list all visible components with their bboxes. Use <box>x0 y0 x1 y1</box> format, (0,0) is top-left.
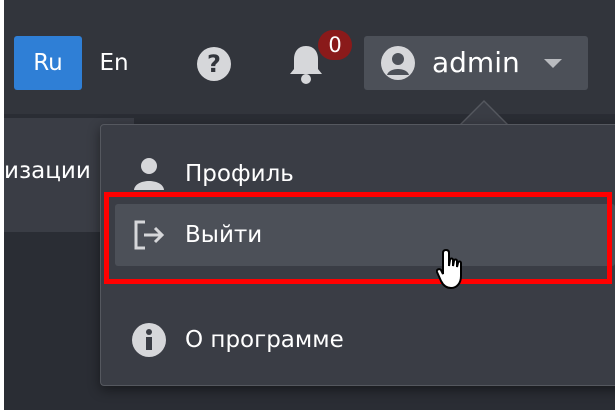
dropdown-pointer-fill <box>461 102 507 125</box>
navbar-row: Ru En ? 0 admin <box>4 30 615 90</box>
user-icon <box>134 158 164 190</box>
language-en-button[interactable]: En <box>86 36 142 90</box>
language-ru-button[interactable]: Ru <box>14 36 82 90</box>
hand-pointer-cursor-icon <box>436 248 462 290</box>
chevron-down-icon <box>544 59 562 68</box>
menu-item-about[interactable]: О программе <box>115 309 615 371</box>
tab-partial-label[interactable]: изации <box>4 158 91 184</box>
user-dropdown-menu: Профиль Выйти О программе <box>100 124 615 386</box>
user-menu-button[interactable]: admin <box>364 36 588 90</box>
user-avatar-icon <box>381 46 415 80</box>
menu-item-logout-label: Выйти <box>185 222 263 248</box>
question-circle-icon[interactable]: ? <box>197 47 231 81</box>
top-navbar: Ru En ? 0 admin <box>4 0 615 114</box>
menu-item-logout[interactable]: Выйти <box>115 204 615 266</box>
menu-item-profile[interactable]: Профиль <box>115 143 615 205</box>
info-circle-icon <box>132 323 166 357</box>
menu-item-profile-label: Профиль <box>185 161 294 187</box>
app-frame: Ru En ? 0 admin изации Профиль Выйти О п… <box>4 0 615 410</box>
notification-count-badge: 0 <box>318 30 352 60</box>
user-name-label: admin <box>432 46 520 79</box>
sign-out-icon <box>134 220 165 250</box>
menu-item-about-label: О программе <box>185 327 344 353</box>
